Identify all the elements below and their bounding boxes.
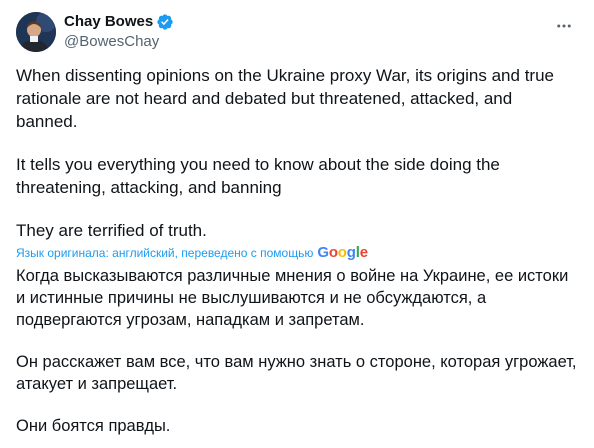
translation-notice: Язык оригинала: английский, переведено с… [16,243,578,263]
original-paragraph: They are terrified of truth. [16,221,207,240]
avatar[interactable] [16,12,56,52]
verified-badge-icon [156,13,174,31]
tweet: Chay Bowes @BowesChay When dissenting op… [0,0,594,448]
translated-paragraph: Он расскажет вам все, что вам нужно знат… [16,353,582,393]
translation-notice-text[interactable]: Язык оригинала: английский, переведено с… [16,245,313,261]
more-horizontal-icon[interactable] [554,16,574,36]
translated-paragraph: Когда высказываются различные мнения о в… [16,267,573,329]
translated-text: Когда высказываются различные мнения о в… [16,265,578,437]
author-names: Chay Bowes @BowesChay [64,12,174,52]
original-paragraph: When dissenting opinions on the Ukraine … [16,66,559,131]
author-display-name[interactable]: Chay Bowes [64,12,153,32]
original-paragraph: It tells you everything you need to know… [16,155,505,197]
author-handle[interactable]: @BowesChay [64,32,174,52]
google-logo: Google [317,244,368,261]
translated-paragraph: Они боятся правды. [16,417,171,435]
tweet-content: When dissenting opinions on the Ukraine … [16,64,578,437]
tweet-header: Chay Bowes @BowesChay [16,12,578,52]
